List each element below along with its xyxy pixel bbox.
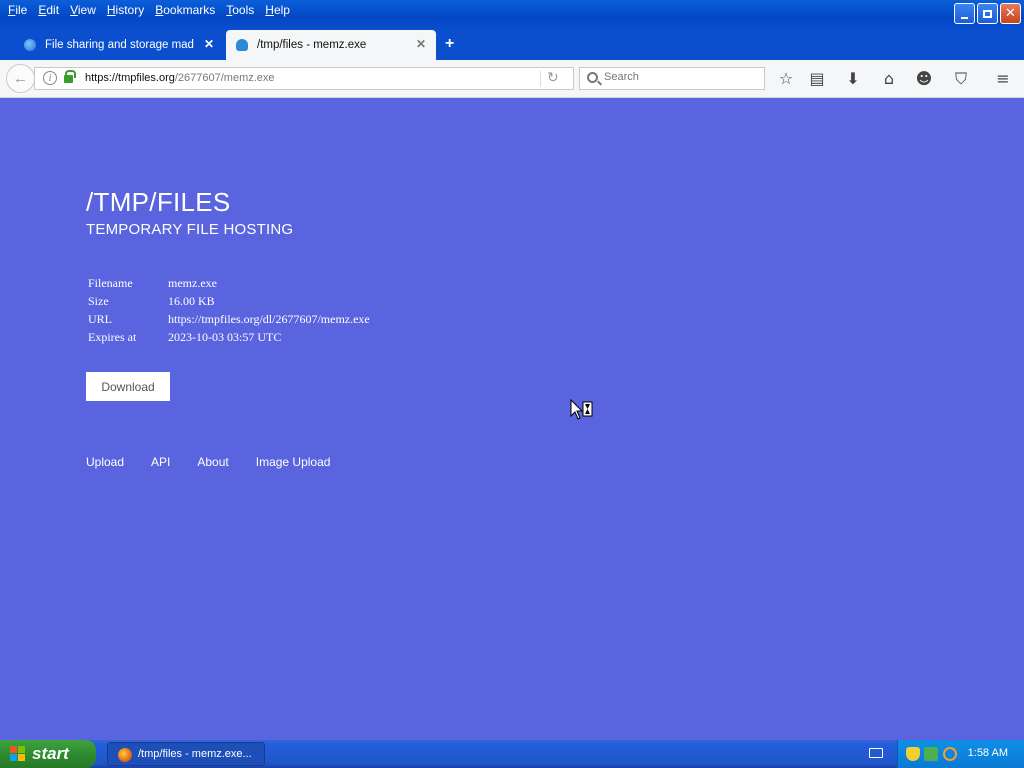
page-content: /TMP/FILES TEMPORARY FILE HOSTING Filena… [0, 99, 1024, 740]
downloads-icon[interactable]: ⬇ [842, 68, 864, 90]
file-info-table: Filename memz.exe Size 16.00 KB URL http… [86, 274, 370, 346]
info-icon[interactable]: i [43, 71, 57, 85]
tab-title: /tmp/files - memz.exe [257, 39, 367, 51]
start-label: start [32, 744, 69, 763]
window-titlebar: File Edit View History Bookmarks Tools H… [0, 0, 1024, 30]
filename-value: memz.exe [168, 275, 217, 290]
tab-tmpfiles[interactable]: /tmp/files - memz.exe ✕ [226, 30, 436, 60]
footer-link-about[interactable]: About [197, 455, 228, 469]
lock-icon[interactable] [64, 70, 76, 84]
network-icon[interactable] [924, 747, 938, 761]
menu-file[interactable]: File [8, 0, 27, 22]
expires-label: Expires at [88, 329, 137, 344]
cloud-upload-icon [236, 39, 248, 51]
footer-nav: Upload API About Image Upload [86, 455, 357, 469]
url-host: https://tmpfiles.org [85, 72, 175, 84]
tab-close-icon[interactable]: ✕ [204, 37, 214, 51]
reload-icon[interactable]: ↻ [547, 69, 559, 86]
bookmarks-library-icon[interactable]: ▤ [806, 68, 828, 90]
start-button[interactable]: start [0, 740, 96, 768]
site-favicon-icon [24, 39, 36, 51]
keyboard-icon[interactable] [869, 748, 883, 758]
home-icon[interactable]: ⌂ [878, 68, 900, 90]
site-title: /TMP/FILES [86, 187, 231, 217]
url-label: URL [88, 311, 112, 326]
close-window-button[interactable]: ✕ [1000, 3, 1021, 24]
expires-value: 2023-10-03 03:57 UTC [168, 329, 282, 344]
smiley-feedback-icon[interactable]: ☻ [913, 68, 935, 90]
table-row: Filename memz.exe [86, 274, 370, 292]
search-input[interactable] [604, 71, 754, 83]
bookmark-star-icon[interactable]: ☆ [775, 68, 797, 90]
system-tray: 1:58 AM [897, 740, 1024, 768]
minimize-button[interactable] [954, 3, 975, 24]
windows-logo-icon [10, 746, 26, 762]
tab-title: File sharing and storage mad... [45, 38, 195, 51]
size-value: 16.00 KB [168, 293, 215, 308]
restore-icon [983, 9, 992, 18]
menu-bar: File Edit View History Bookmarks Tools H… [0, 0, 293, 22]
taskbar-firefox-button[interactable]: /tmp/files - memz.exe... [107, 742, 265, 766]
magnifier-icon[interactable] [943, 747, 957, 761]
taskbar: start /tmp/files - memz.exe... 1:58 AM [0, 740, 1024, 768]
filename-label: Filename [88, 275, 133, 290]
back-button[interactable]: ← [6, 64, 35, 93]
back-arrow-icon: ← [13, 70, 28, 87]
menu-edit[interactable]: Edit [38, 0, 59, 22]
search-icon [587, 72, 598, 83]
clock: 1:58 AM [967, 747, 1008, 759]
new-tab-button[interactable]: + [445, 35, 454, 53]
site-subtitle: TEMPORARY FILE HOSTING [86, 221, 294, 238]
menu-help[interactable]: Help [265, 0, 290, 22]
menu-history[interactable]: History [107, 0, 144, 22]
taskbar-task-title: /tmp/files - memz.exe... [138, 748, 252, 760]
footer-link-image-upload[interactable]: Image Upload [256, 455, 331, 469]
minimize-icon [961, 16, 968, 19]
table-row: Size 16.00 KB [86, 292, 370, 310]
hamburger-menu-icon[interactable]: ≡ [992, 68, 1014, 90]
url-separator [540, 71, 541, 87]
pocket-icon[interactable]: ⛉ [950, 68, 972, 90]
footer-link-api[interactable]: API [151, 455, 170, 469]
footer-link-upload[interactable]: Upload [86, 455, 124, 469]
url-value: https://tmpfiles.org/dl/2677607/memz.exe [168, 311, 370, 326]
search-bar[interactable] [579, 67, 765, 90]
url-path: /2677607/memz.exe [174, 72, 275, 84]
security-shield-icon[interactable] [906, 747, 920, 761]
table-row: URL https://tmpfiles.org/dl/2677607/memz… [86, 310, 370, 328]
download-button[interactable]: Download [86, 372, 170, 401]
tab-strip: File sharing and storage mad... ✕ /tmp/f… [0, 30, 1024, 60]
close-icon: ✕ [1005, 6, 1016, 21]
plus-icon: + [445, 35, 455, 52]
url-bar[interactable]: i https://tmpfiles.org/2677607/memz.exe … [34, 67, 574, 90]
tab-close-icon[interactable]: ✕ [416, 37, 426, 51]
menu-bookmarks[interactable]: Bookmarks [155, 0, 215, 22]
url-text[interactable]: https://tmpfiles.org/2677607/memz.exe [85, 72, 275, 84]
navigation-toolbar: ← i https://tmpfiles.org/2677607/memz.ex… [0, 60, 1024, 98]
tab-file-sharing[interactable]: File sharing and storage mad... ✕ [14, 30, 224, 59]
table-row: Expires at 2023-10-03 03:57 UTC [86, 328, 370, 346]
menu-view[interactable]: View [70, 0, 96, 22]
firefox-icon [118, 748, 132, 762]
menu-tools[interactable]: Tools [226, 0, 254, 22]
busy-cursor-icon [570, 399, 593, 420]
size-label: Size [88, 293, 109, 308]
restore-button[interactable] [977, 3, 998, 24]
